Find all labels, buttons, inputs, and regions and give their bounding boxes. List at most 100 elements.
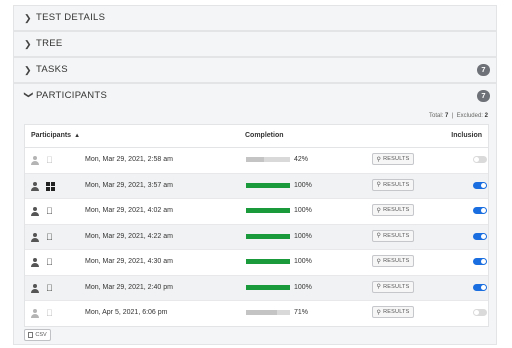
results-label: RESULTS xyxy=(383,309,410,315)
csv-export-button[interactable]: CSV xyxy=(24,329,51,341)
inclusion-toggle[interactable] xyxy=(473,309,487,316)
section-tree[interactable]: ❯ TREE xyxy=(13,31,497,57)
inclusion-toggle[interactable] xyxy=(473,232,487,240)
completion-bar xyxy=(246,208,290,213)
participant-date: Mon, Mar 29, 2021, 4:22 am xyxy=(85,232,173,240)
results-label: RESULTS xyxy=(383,232,410,239)
apple-icon:  xyxy=(46,257,53,267)
results-button[interactable]: ⚲ RESULTS xyxy=(372,153,414,165)
excluded-label: Excluded: xyxy=(456,113,483,119)
results-button[interactable]: ⚲ RESULTS xyxy=(372,280,414,293)
table-row:  Mon, Mar 29, 2021, 2:40 pm 100% ⚲RESULTS xyxy=(25,275,488,301)
section-participants: ❯ PARTICIPANTS 7 Total: 7 | Excluded: 2 … xyxy=(13,83,497,345)
user-icon xyxy=(31,156,39,165)
section-test-details[interactable]: ❯ TEST DETAILS xyxy=(13,5,497,31)
apple-icon:  xyxy=(46,308,53,318)
section-title: TEST DETAILS xyxy=(36,12,106,23)
user-icon xyxy=(31,283,39,293)
document-icon xyxy=(28,332,34,338)
count-badge: 7 xyxy=(477,90,490,102)
results-label: RESULTS xyxy=(383,258,410,264)
table-row:  Mon, Mar 29, 2021, 2:58 am 42% ⚲RESULTS xyxy=(25,148,488,174)
section-title: TREE xyxy=(36,38,63,49)
user-icon xyxy=(31,232,39,242)
table-row:  Mon, Mar 29, 2021, 4:22 am 100% ⚲RESULTS xyxy=(25,224,488,250)
apple-icon:  xyxy=(46,232,53,242)
total-value: 7 xyxy=(445,113,449,119)
results-button[interactable]: ⚲ RESULTS xyxy=(372,306,414,318)
total-label: Total: xyxy=(429,113,444,119)
participant-date: Mon, Mar 29, 2021, 4:30 am xyxy=(85,258,173,265)
table-row:  Mon, Apr 5, 2021, 6:06 pm 71% ⚲RESULTS xyxy=(25,301,488,326)
windows-icon xyxy=(46,181,55,191)
excluded-value: 2 xyxy=(484,113,488,119)
table-row:  Mon, Mar 29, 2021, 4:02 am 100% ⚲RESULTS xyxy=(25,199,488,225)
completion-percent: 71% xyxy=(294,309,309,316)
completion-bar xyxy=(246,284,290,290)
magnifier-icon: ⚲ xyxy=(376,156,382,163)
section-participants-header[interactable]: ❯ PARTICIPANTS 7 xyxy=(14,84,496,108)
participants-summary: Total: 7 | Excluded: 2 xyxy=(429,113,488,119)
magnifier-icon: ⚲ xyxy=(376,284,382,290)
results-button[interactable]: ⚲ RESULTS xyxy=(372,178,414,191)
participant-date: Mon, Mar 29, 2021, 4:02 am xyxy=(85,207,173,214)
completion-bar xyxy=(246,182,290,188)
results-label: RESULTS xyxy=(383,181,410,188)
summary-separator: | xyxy=(451,113,454,119)
results-button[interactable]: ⚲ RESULTS xyxy=(372,255,414,267)
completion-percent: 100% xyxy=(294,181,312,189)
user-icon xyxy=(31,258,39,267)
table-row:  Mon, Mar 29, 2021, 4:30 am 100% ⚲RESULTS xyxy=(25,250,488,276)
results-button[interactable]: ⚲ RESULTS xyxy=(372,204,414,216)
magnifier-icon: ⚲ xyxy=(376,207,382,214)
participant-date: Mon, Mar 29, 2021, 3:57 am xyxy=(85,181,173,189)
table-header: Participants ▲ Completion Inclusion xyxy=(25,125,488,148)
magnifier-icon: ⚲ xyxy=(376,309,382,316)
participant-date: Mon, Apr 5, 2021, 6:06 pm xyxy=(85,309,168,316)
csv-label: CSV xyxy=(35,332,47,338)
magnifier-icon: ⚲ xyxy=(376,258,382,265)
user-icon xyxy=(31,309,39,318)
completion-bar xyxy=(246,233,290,239)
count-badge: 7 xyxy=(477,64,490,76)
user-icon xyxy=(31,207,39,216)
apple-icon:  xyxy=(46,206,53,216)
completion-percent: 100% xyxy=(294,258,312,265)
column-label: Participants xyxy=(31,132,72,139)
table-body: Mon, Mar 29, 2021, 2:58 am42%⚲RESULTSMo… xyxy=(25,148,488,326)
completion-percent: 100% xyxy=(294,232,312,240)
completion-percent: 100% xyxy=(294,283,312,291)
chevron-down-icon: ❯ xyxy=(24,91,34,99)
magnifier-icon: ⚲ xyxy=(376,182,382,188)
inclusion-toggle[interactable] xyxy=(473,181,487,189)
chevron-right-icon: ❯ xyxy=(24,13,32,23)
apple-icon:  xyxy=(46,283,53,293)
user-icon xyxy=(31,181,39,191)
inclusion-toggle[interactable] xyxy=(473,283,487,291)
participant-date: Mon, Mar 29, 2021, 2:40 pm xyxy=(85,283,173,291)
inclusion-toggle[interactable] xyxy=(473,207,487,214)
table-row: Mon, Mar 29, 2021, 3:57 am 100% ⚲ RESULTS xyxy=(25,173,488,199)
results-label: RESULTS xyxy=(383,156,410,162)
participants-table: Participants▲ Completion Inclusion  Mon,… xyxy=(24,124,489,327)
inclusion-toggle[interactable] xyxy=(473,156,487,163)
apple-icon:  xyxy=(46,155,53,165)
chevron-right-icon: ❯ xyxy=(24,39,32,49)
completion-percent: 42% xyxy=(294,156,309,163)
inclusion-toggle[interactable] xyxy=(473,258,487,265)
chevron-right-icon: ❯ xyxy=(24,65,32,75)
magnifier-icon: ⚲ xyxy=(376,233,382,239)
results-label: RESULTS xyxy=(383,207,410,213)
results-label: RESULTS xyxy=(383,283,410,290)
page: ❯ TEST DETAILS ❯ TREE ❯ TASKS 7 ❯ PARTIC… xyxy=(0,0,512,348)
completion-bar xyxy=(246,259,290,264)
section-title: PARTICIPANTS xyxy=(36,90,108,101)
results-button[interactable]: ⚲ RESULTS xyxy=(372,229,414,242)
section-title: TASKS xyxy=(36,64,68,75)
column-participants[interactable]: Participants ▲ xyxy=(31,132,80,139)
completion-percent: 100% xyxy=(294,207,312,214)
column-inclusion: Inclusion xyxy=(451,132,482,139)
section-tasks[interactable]: ❯ TASKS 7 xyxy=(13,57,497,83)
sort-ascending-icon[interactable]: ▲ xyxy=(74,133,80,139)
column-completion: Completion xyxy=(245,132,284,139)
